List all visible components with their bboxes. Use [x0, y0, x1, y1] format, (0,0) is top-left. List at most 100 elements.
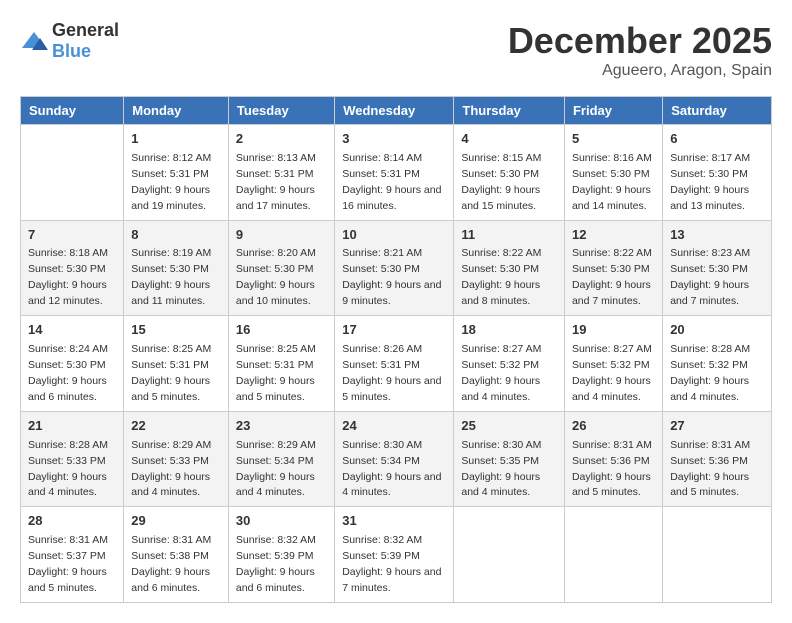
date-number: 5 [572, 130, 655, 149]
calendar-cell: 20 Sunrise: 8:28 AM Sunset: 5:32 PM Dayligh… [663, 316, 772, 412]
sunset-text: Sunset: 5:31 PM [236, 168, 314, 180]
sunrise-text: Sunrise: 8:17 AM [670, 152, 750, 164]
date-number: 28 [28, 512, 116, 531]
sunrise-text: Sunrise: 8:31 AM [28, 534, 108, 546]
daylight-text: Daylight: 9 hours and 15 minutes. [461, 184, 540, 212]
daylight-text: Daylight: 9 hours and 5 minutes. [28, 566, 107, 594]
sunrise-text: Sunrise: 8:25 AM [236, 343, 316, 355]
logo-general: General [52, 20, 119, 40]
date-number: 20 [670, 321, 764, 340]
daylight-text: Daylight: 9 hours and 19 minutes. [131, 184, 210, 212]
date-number: 26 [572, 417, 655, 436]
date-number: 25 [461, 417, 557, 436]
logo-icon [20, 30, 48, 52]
sunset-text: Sunset: 5:30 PM [28, 359, 106, 371]
daylight-text: Daylight: 9 hours and 6 minutes. [236, 566, 315, 594]
daylight-text: Daylight: 9 hours and 12 minutes. [28, 279, 107, 307]
sunrise-text: Sunrise: 8:30 AM [342, 439, 422, 451]
date-number: 17 [342, 321, 446, 340]
sunrise-text: Sunrise: 8:15 AM [461, 152, 541, 164]
sunrise-text: Sunrise: 8:13 AM [236, 152, 316, 164]
sunset-text: Sunset: 5:36 PM [572, 455, 650, 467]
sunrise-text: Sunrise: 8:28 AM [670, 343, 750, 355]
calendar-cell: 27Sunrise: 8:31 AMSunset: 5:36 PMDayligh… [663, 411, 772, 507]
sunrise-text: Sunrise: 8:16 AM [572, 152, 652, 164]
daylight-text: Daylight: 9 hours and 4 minutes. [236, 471, 315, 499]
calendar-cell: 3Sunrise: 8:14 AMSunset: 5:31 PMDaylight… [335, 125, 454, 221]
date-number: 22 [131, 417, 221, 436]
daylight-text: Daylight: 9 hours and 7 minutes. [572, 279, 651, 307]
date-number: 23 [236, 417, 327, 436]
sunset-text: Sunset: 5:36 PM [670, 455, 748, 467]
date-number: 15 [131, 321, 221, 340]
daylight-text: Daylight: 9 hours and 17 minutes. [236, 184, 315, 212]
date-number: 1 [131, 130, 221, 149]
date-number: 13 [670, 226, 764, 245]
sunrise-text: Sunrise: 8:27 AM [461, 343, 541, 355]
daylight-text: Daylight: 9 hours and 4 minutes. [28, 471, 107, 499]
date-number: 9 [236, 226, 327, 245]
sunrise-text: Sunrise: 8:32 AM [236, 534, 316, 546]
sunrise-text: Sunrise: 8:21 AM [342, 247, 422, 259]
sunset-text: Sunset: 5:30 PM [461, 168, 539, 180]
date-number: 10 [342, 226, 446, 245]
sunset-text: Sunset: 5:32 PM [461, 359, 539, 371]
col-sunday: Sunday [21, 97, 124, 125]
col-wednesday: Wednesday [335, 97, 454, 125]
date-number: 7 [28, 226, 116, 245]
logo: General Blue [20, 20, 119, 62]
daylight-text: Daylight: 9 hours and 4 minutes. [670, 375, 749, 403]
sunset-text: Sunset: 5:31 PM [131, 359, 209, 371]
subtitle: Agueero, Aragon, Spain [508, 62, 772, 80]
sunset-text: Sunset: 5:31 PM [342, 359, 420, 371]
calendar-cell: 1Sunrise: 8:12 AMSunset: 5:31 PMDaylight… [124, 125, 229, 221]
sunset-text: Sunset: 5:31 PM [342, 168, 420, 180]
sunset-text: Sunset: 5:39 PM [236, 550, 314, 562]
daylight-text: Daylight: 9 hours and 5 minutes. [236, 375, 315, 403]
daylight-text: Daylight: 9 hours and 13 minutes. [670, 184, 749, 212]
sunrise-text: Sunrise: 8:27 AM [572, 343, 652, 355]
daylight-text: Daylight: 9 hours and 14 minutes. [572, 184, 651, 212]
calendar-week-5: 28Sunrise: 8:31 AMSunset: 5:37 PMDayligh… [21, 507, 772, 603]
title-section: December 2025 Agueero, Aragon, Spain [508, 20, 772, 80]
daylight-text: Daylight: 9 hours and 6 minutes. [131, 566, 210, 594]
col-friday: Friday [564, 97, 662, 125]
date-number: 19 [572, 321, 655, 340]
daylight-text: Daylight: 9 hours and 16 minutes. [342, 184, 441, 212]
date-number: 31 [342, 512, 446, 531]
calendar-table: Sunday Monday Tuesday Wednesday Thursday… [20, 96, 772, 603]
date-number: 30 [236, 512, 327, 531]
calendar-cell: 4Sunrise: 8:15 AMSunset: 5:30 PMDaylight… [454, 125, 565, 221]
daylight-text: Daylight: 9 hours and 4 minutes. [461, 471, 540, 499]
date-number: 2 [236, 130, 327, 149]
sunrise-text: Sunrise: 8:18 AM [28, 247, 108, 259]
daylight-text: Daylight: 9 hours and 4 minutes. [342, 471, 441, 499]
calendar-cell: 17 Sunrise: 8:26 AM Sunset: 5:31 PM Dayligh… [335, 316, 454, 412]
sunset-text: Sunset: 5:32 PM [670, 359, 748, 371]
header: General Blue December 2025 Agueero, Arag… [20, 20, 772, 80]
sunset-text: Sunset: 5:30 PM [28, 263, 106, 275]
calendar-week-2: 7 Sunrise: 8:18 AM Sunset: 5:30 PM Daylight… [21, 220, 772, 316]
sunrise-text: Sunrise: 8:23 AM [670, 247, 750, 259]
date-number: 29 [131, 512, 221, 531]
sunrise-text: Sunrise: 8:26 AM [342, 343, 422, 355]
date-number: 27 [670, 417, 764, 436]
sunset-text: Sunset: 5:32 PM [572, 359, 650, 371]
daylight-text: Daylight: 9 hours and 4 minutes. [572, 375, 651, 403]
sunset-text: Sunset: 5:30 PM [670, 168, 748, 180]
sunset-text: Sunset: 5:35 PM [461, 455, 539, 467]
col-tuesday: Tuesday [228, 97, 334, 125]
daylight-text: Daylight: 9 hours and 7 minutes. [342, 566, 441, 594]
date-number: 6 [670, 130, 764, 149]
logo-blue: Blue [52, 41, 91, 61]
calendar-cell [454, 507, 565, 603]
daylight-text: Daylight: 9 hours and 5 minutes. [131, 375, 210, 403]
calendar-cell: 21Sunrise: 8:28 AMSunset: 5:33 PMDayligh… [21, 411, 124, 507]
main-title: December 2025 [508, 20, 772, 62]
date-number: 11 [461, 226, 557, 245]
daylight-text: Daylight: 9 hours and 4 minutes. [461, 375, 540, 403]
sunset-text: Sunset: 5:30 PM [572, 263, 650, 275]
daylight-text: Daylight: 9 hours and 5 minutes. [342, 375, 441, 403]
calendar-cell: 2 Sunrise: 8:13 AM Sunset: 5:31 PM Daylight… [228, 125, 334, 221]
date-number: 3 [342, 130, 446, 149]
